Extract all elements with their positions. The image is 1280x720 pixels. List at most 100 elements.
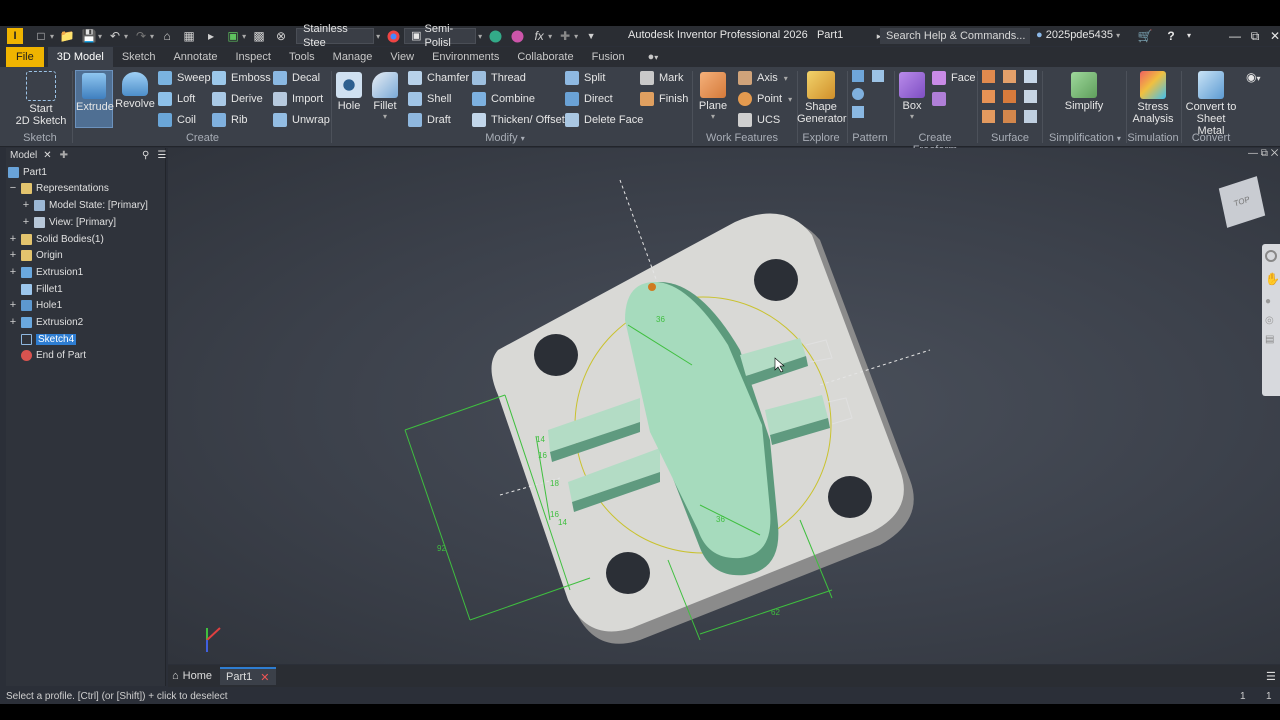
tab-fusion[interactable]: Fusion xyxy=(583,47,634,67)
dimension-14-top[interactable]: 14 xyxy=(536,435,545,444)
app-logo-icon[interactable]: I xyxy=(7,28,23,44)
tab-manage[interactable]: Manage xyxy=(324,47,382,67)
browser-tab-model[interactable]: Model xyxy=(10,150,37,161)
tab-file[interactable]: File xyxy=(6,47,44,67)
tree-item-part1[interactable]: Part1 xyxy=(8,165,47,179)
browser-menu-icon[interactable]: ☰ xyxy=(157,150,166,161)
revolve-button[interactable]: Revolve xyxy=(115,72,155,110)
delete-face-button[interactable]: Delete Face xyxy=(565,111,643,129)
tab-sketch[interactable]: Sketch xyxy=(113,47,165,67)
new-file-icon[interactable]: □ xyxy=(33,28,49,44)
loft-button[interactable]: Loft xyxy=(158,90,195,108)
expand-icon[interactable]: + xyxy=(21,199,31,211)
point-button[interactable]: Point ▾ xyxy=(738,90,794,108)
tree-item-model-state[interactable]: + Model State: [Primary] xyxy=(21,198,148,212)
close-browser-tab-icon[interactable]: ✕ xyxy=(43,150,51,161)
shell-button[interactable]: Shell xyxy=(408,90,451,108)
dimension-36-top[interactable]: 36 xyxy=(656,315,665,324)
tab-view[interactable]: View xyxy=(381,47,423,67)
tree-item-representations[interactable]: − Representations xyxy=(8,181,109,195)
convert-to-sheet-metal-button[interactable]: Convert to Sheet Metal xyxy=(1182,71,1240,137)
help-search-input[interactable]: Search Help & Commands... xyxy=(880,28,1030,44)
tree-item-extrusion2[interactable]: + Extrusion2 xyxy=(8,315,83,329)
dimension-36-bottom[interactable]: 36 xyxy=(716,515,725,524)
collapse-icon[interactable]: − xyxy=(8,182,18,194)
add-browser-tab-icon[interactable]: ✚ xyxy=(60,150,68,161)
select-icon[interactable]: ▣ xyxy=(225,28,241,44)
chamfer-button[interactable]: Chamfer xyxy=(408,69,469,87)
ruled-surface-icon[interactable] xyxy=(1003,110,1016,123)
tree-item-fillet1[interactable]: Fillet1 xyxy=(21,282,63,296)
sweep-button[interactable]: Sweep xyxy=(158,69,211,87)
measure-icon[interactable]: ▸ xyxy=(203,28,219,44)
trim-icon[interactable] xyxy=(982,90,995,103)
tab-collaborate[interactable]: Collaborate xyxy=(508,47,582,67)
redo-icon[interactable]: ↷ xyxy=(133,28,149,44)
dimension-18[interactable]: 18 xyxy=(550,479,559,488)
expand-icon[interactable]: + xyxy=(8,249,18,261)
home-view-icon[interactable]: ⌂ xyxy=(159,28,175,44)
extend-icon[interactable] xyxy=(1003,90,1016,103)
tree-item-view[interactable]: + View: [Primary] xyxy=(21,215,116,229)
zoom-icon[interactable]: ● xyxy=(1265,296,1277,307)
tree-item-hole1[interactable]: + Hole1 xyxy=(8,298,62,312)
mounting-hole[interactable] xyxy=(754,259,798,301)
adjust-appearance-icon[interactable] xyxy=(487,28,503,44)
ribbon-display-icon[interactable]: ●▾ xyxy=(634,47,668,67)
look-at-icon[interactable]: ▤ xyxy=(1265,334,1277,345)
import-button[interactable]: Import xyxy=(273,90,323,108)
mark-button[interactable]: Mark xyxy=(640,69,683,87)
minimize-icon[interactable]: — xyxy=(1226,28,1244,44)
plane-dropdown-icon[interactable]: ▾ xyxy=(696,112,730,121)
material-select[interactable]: Stainless Stee xyxy=(296,23,375,49)
thicken-offset-button[interactable]: Thicken/ Offset xyxy=(472,111,565,129)
rib-button[interactable]: Rib xyxy=(212,111,248,129)
sculpt-icon[interactable] xyxy=(1024,70,1037,83)
panel-label-modify[interactable]: Modify ▾ xyxy=(470,132,540,144)
tree-item-origin[interactable]: + Origin xyxy=(8,248,63,262)
panel-label-simplification[interactable]: Simplification ▾ xyxy=(1045,132,1125,144)
face-button[interactable]: Face xyxy=(932,69,975,87)
stress-analysis-button[interactable]: Stress Analysis xyxy=(1128,71,1178,125)
circular-pattern-icon[interactable] xyxy=(852,88,864,100)
dimension-62[interactable]: 62 xyxy=(771,608,780,617)
expand-icon[interactable]: + xyxy=(8,299,18,311)
simplify-button[interactable]: Simplify xyxy=(1058,72,1110,112)
model-canvas[interactable]: 92 62 36 36 14 16 18 16 14 xyxy=(168,148,1280,664)
direct-button[interactable]: Direct xyxy=(565,90,613,108)
ucs-button[interactable]: UCS xyxy=(738,111,780,129)
fx-parameters-icon[interactable]: fx xyxy=(531,28,547,44)
restore-icon[interactable]: ⧉ xyxy=(1246,28,1264,44)
steering-wheel-icon[interactable] xyxy=(1265,250,1277,262)
decal-button[interactable]: Decal xyxy=(273,69,320,87)
appearance-select[interactable]: ▣ Semi-Polisl xyxy=(404,23,477,49)
graphics-viewport[interactable]: 92 62 36 36 14 16 18 16 14 TOP ✋ ● ◎ ▤ —… xyxy=(168,148,1280,664)
tab-tools[interactable]: Tools xyxy=(280,47,324,67)
expand-icon[interactable]: + xyxy=(8,316,18,328)
mirror-icon[interactable] xyxy=(872,70,884,82)
tree-item-extrusion1[interactable]: + Extrusion1 xyxy=(8,265,83,279)
ribbon-options-icon[interactable]: ◉▾ xyxy=(1246,70,1261,84)
tab-3d-model[interactable]: 3D Model xyxy=(47,47,113,67)
finish-button[interactable]: Finish xyxy=(640,90,688,108)
plane-button[interactable]: Plane ▾ xyxy=(696,72,730,121)
add-icon[interactable]: ✚ xyxy=(557,28,573,44)
tree-item-solid-bodies[interactable]: + Solid Bodies(1) xyxy=(8,232,104,246)
close-doc-tab-icon[interactable]: ✕ xyxy=(260,671,269,684)
split-button[interactable]: Split xyxy=(565,69,605,87)
axis-button[interactable]: Axis ▾ xyxy=(738,69,790,87)
expand-icon[interactable]: + xyxy=(8,233,18,245)
cancel-icon[interactable]: ⊗ xyxy=(273,28,289,44)
thread-button[interactable]: Thread xyxy=(472,69,526,87)
viewport-window-controls[interactable]: — ⧉ ✕ xyxy=(1248,148,1278,159)
stitch-icon[interactable] xyxy=(982,70,995,83)
fillet-dropdown-icon[interactable]: ▾ xyxy=(368,112,402,121)
coil-button[interactable]: Coil xyxy=(158,111,196,129)
unwrap-button[interactable]: Unwrap xyxy=(273,111,330,129)
clear-appearance-icon[interactable] xyxy=(509,28,525,44)
sketch-point[interactable] xyxy=(648,283,656,291)
box-button[interactable]: Box ▾ xyxy=(897,72,927,121)
shape-generator-button[interactable]: Shape Generator xyxy=(797,71,847,125)
tab-inspect[interactable]: Inspect xyxy=(227,47,280,67)
mounting-hole[interactable] xyxy=(828,476,872,518)
